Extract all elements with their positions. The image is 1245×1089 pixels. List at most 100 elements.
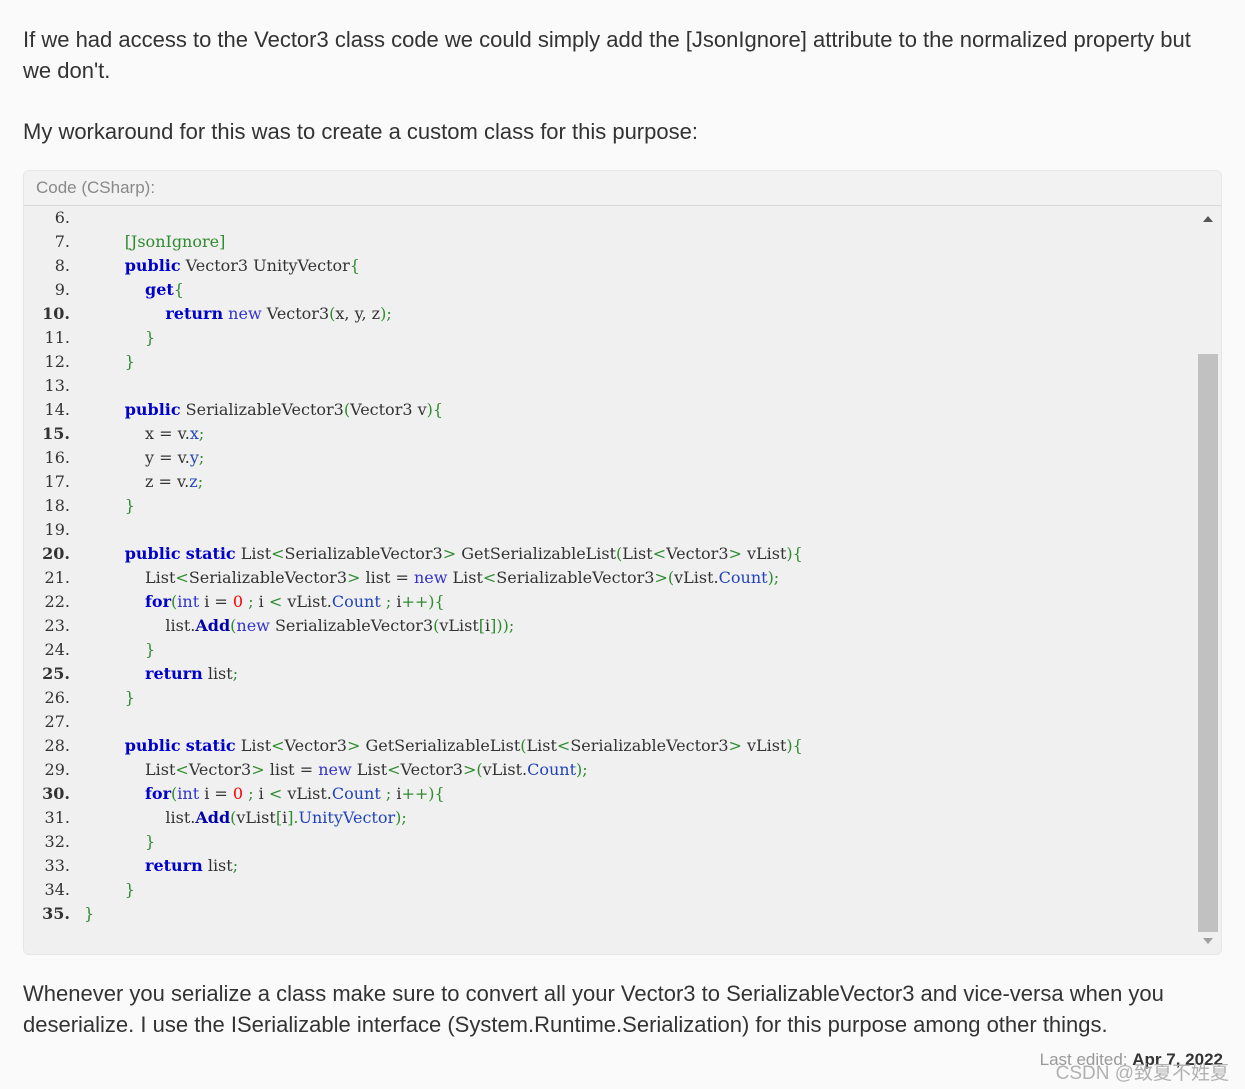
- scroll-down-arrow-icon[interactable]: [1203, 938, 1213, 944]
- line-number: 8.: [54, 256, 70, 275]
- code-token: GetSerializableList: [360, 736, 521, 755]
- code-token: SerializableVector3: [496, 568, 655, 587]
- code-line: 8. public Vector3 UnityVector{: [24, 254, 1197, 278]
- code-token: Vector3: [188, 760, 252, 779]
- scrollbar-thumb[interactable]: [1198, 354, 1218, 932]
- code-line: 28. public static List<Vector3> GetSeria…: [24, 734, 1197, 758]
- code-token: 0: [232, 784, 244, 803]
- code-token: ;: [232, 664, 239, 683]
- line-number: 7.: [54, 232, 70, 251]
- code-line: 15. x = v.x;: [24, 422, 1197, 446]
- code-token: >: [347, 568, 361, 587]
- code-token: public: [124, 544, 181, 563]
- code-token: 0: [232, 592, 244, 611]
- code-token: list: [202, 664, 233, 683]
- code-token: SerializableVector3: [284, 544, 443, 563]
- line-number: 9.: [54, 280, 70, 299]
- code-token: i: [253, 592, 269, 611]
- code-token: >: [346, 736, 361, 755]
- code-line: 7. [JsonIgnore]: [24, 230, 1197, 254]
- line-number: 30.: [42, 784, 70, 803]
- code-token: i =: [199, 592, 233, 611]
- code-token: List: [447, 568, 483, 587]
- code-token: x = v.: [84, 424, 190, 443]
- closing-paragraph: Whenever you serialize a class make sure…: [23, 981, 1164, 1037]
- code-token: vList.: [282, 592, 332, 611]
- code-block-body[interactable]: 6. 7. [JsonIgnore] 8. public Vector3 Unity…: [24, 206, 1197, 954]
- code-token: Vector3 v: [350, 400, 427, 419]
- code-token: new: [318, 760, 352, 779]
- code-token: z = v.: [84, 472, 190, 491]
- code-token: Count: [527, 760, 577, 779]
- code-token: List: [235, 736, 272, 755]
- code-token: vList.: [674, 568, 719, 587]
- code-token: i: [253, 784, 269, 803]
- code-line: 13.: [24, 374, 1197, 398]
- code-token: }: [124, 496, 135, 515]
- code-token: list.: [84, 616, 196, 635]
- code-token: i =: [199, 784, 233, 803]
- code-token: list: [202, 856, 233, 875]
- code-token: }: [124, 688, 135, 707]
- code-token: i: [391, 592, 402, 611]
- code-token: vList: [236, 808, 276, 827]
- code-line: 24. }: [24, 638, 1197, 662]
- code-line: 11. }: [24, 326, 1197, 350]
- code-token: ++){: [401, 784, 445, 803]
- code-token: int: [177, 784, 200, 803]
- code-token: ]));: [490, 616, 515, 635]
- code-token: x, y, z: [335, 304, 381, 323]
- code-token: List: [84, 568, 176, 587]
- code-token: Add: [195, 808, 231, 827]
- code-token: new: [236, 616, 270, 635]
- code-token: Add: [195, 616, 231, 635]
- line-number: 26.: [44, 688, 70, 707]
- line-number: 20.: [42, 544, 70, 563]
- code-token: Vector3 UnityVector: [180, 256, 350, 275]
- watermark: CSDN @致夏不姓夏: [1055, 1063, 1229, 1084]
- line-number: 11.: [44, 328, 70, 347]
- code-token: >(: [654, 568, 675, 587]
- code-token: Vector3: [666, 544, 729, 563]
- code-token: for: [145, 592, 172, 611]
- code-token: );: [380, 304, 392, 323]
- code-token: List: [526, 736, 557, 755]
- code-scrollbar[interactable]: [1197, 206, 1219, 952]
- code-line: 25. return list;: [24, 662, 1197, 686]
- code-token: Vector3: [261, 304, 330, 323]
- code-line: 19.: [24, 518, 1197, 542]
- code-token: return: [165, 304, 224, 323]
- code-token: SerializableVector3: [180, 400, 344, 419]
- code-token: );: [395, 808, 407, 827]
- code-token: <: [271, 736, 285, 755]
- code-token: public: [124, 736, 181, 755]
- code-line: 34. }: [24, 878, 1197, 902]
- code-token: list =: [264, 760, 319, 779]
- line-number: 15.: [42, 424, 70, 443]
- code-line: 21. List<SerializableVector3> list = new…: [24, 566, 1197, 590]
- scroll-up-arrow-icon[interactable]: [1203, 216, 1213, 222]
- line-number: 24.: [44, 640, 70, 659]
- line-number: 22.: [44, 592, 70, 611]
- code-token: List: [235, 544, 272, 563]
- code-token: >: [442, 544, 457, 563]
- workaround-paragraph: My workaround for this was to create a c…: [23, 119, 698, 144]
- code-line: 33. return list;: [24, 854, 1197, 878]
- code-token: i: [391, 784, 402, 803]
- code-line: 22. for(int i = 0 ; i < vList.Count ; i+…: [24, 590, 1197, 614]
- line-number: 14.: [44, 400, 70, 419]
- code-line: 27.: [24, 710, 1197, 734]
- code-token: z: [189, 472, 198, 491]
- code-token: List: [84, 760, 176, 779]
- code-token: ){: [426, 400, 444, 419]
- code-line: 35.}: [24, 902, 1197, 926]
- code-token: ;: [197, 472, 204, 491]
